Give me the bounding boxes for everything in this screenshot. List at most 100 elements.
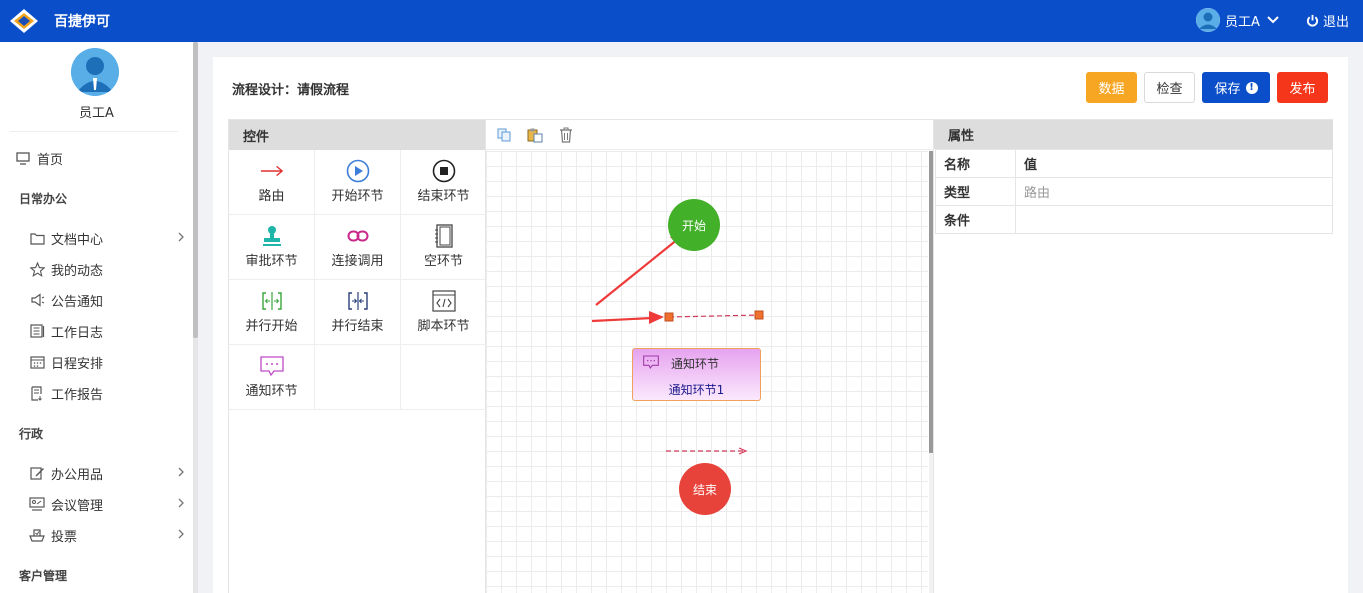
control-approval-node[interactable]: 审批环节 bbox=[229, 215, 315, 280]
user-avatar-icon bbox=[1196, 8, 1220, 32]
column-header-value: 值 bbox=[1015, 149, 1333, 178]
alert-icon: ! bbox=[1245, 81, 1258, 94]
top-bar: 百捷伊可 员工A 退出 bbox=[0, 0, 1363, 42]
sidebar-scrollbar-thumb[interactable] bbox=[193, 42, 198, 338]
chevron-right-icon bbox=[178, 498, 184, 508]
sidebar-item-label: 公告通知 bbox=[51, 294, 104, 310]
canvas-toolbar bbox=[486, 119, 933, 150]
sidebar-item-label: 工作报告 bbox=[51, 387, 104, 403]
meeting-icon bbox=[29, 496, 45, 512]
route-arrow-icon bbox=[260, 159, 284, 183]
nav-group-title: 日常办公 bbox=[19, 192, 68, 206]
trash-icon[interactable] bbox=[558, 127, 574, 143]
controls-panel: 控件 路由 开始环节 结束环节 审批环节 连接调用 空环节 并行开始 并行结束 … bbox=[228, 119, 487, 593]
parallel-start-icon bbox=[260, 289, 284, 313]
sidebar-item-documents[interactable]: 文档中心 bbox=[0, 225, 193, 251]
sidebar-item-label: 我的动态 bbox=[51, 263, 104, 279]
play-icon bbox=[346, 159, 370, 183]
sidebar-item-label: 文档中心 bbox=[51, 232, 104, 248]
control-parallel-start[interactable]: 并行开始 bbox=[229, 280, 315, 345]
control-notify-node[interactable]: 通知环节 bbox=[229, 345, 315, 410]
design-canvas-area: 开始 通知环节 通知环节1 结束 bbox=[486, 119, 933, 593]
property-key: 条件 bbox=[935, 205, 1016, 234]
notify-node[interactable]: 通知环节 通知环节1 bbox=[632, 348, 761, 401]
page-title: 流程设计：请假流程 bbox=[232, 83, 350, 98]
sidebar-item-work-log[interactable]: 工作日志 bbox=[0, 318, 193, 344]
control-end-node[interactable]: 结束环节 bbox=[401, 150, 487, 215]
control-label: 空环节 bbox=[423, 254, 463, 269]
sidebar-item-activity[interactable]: 我的动态 bbox=[0, 256, 193, 282]
sidebar-item-vote[interactable]: 投票 bbox=[0, 522, 193, 548]
sidebar-item-label: 会议管理 bbox=[51, 498, 104, 514]
sidebar-item-home[interactable]: 首页 bbox=[0, 145, 193, 171]
logout-label: 退出 bbox=[1323, 15, 1350, 30]
code-icon bbox=[431, 289, 456, 313]
message-icon bbox=[643, 355, 659, 369]
publish-button[interactable]: 发布 bbox=[1277, 72, 1328, 103]
sidebar-item-schedule[interactable]: 日程安排 bbox=[0, 349, 193, 375]
control-label: 通知环节 bbox=[245, 384, 298, 399]
control-label: 开始环节 bbox=[331, 189, 384, 204]
logout-button[interactable]: 退出 bbox=[1306, 11, 1349, 30]
control-start-node[interactable]: 开始环节 bbox=[315, 150, 401, 215]
annotation-arrow-1 bbox=[595, 238, 679, 306]
control-label: 路由 bbox=[258, 189, 285, 204]
main-panel: 流程设计：请假流程 数据 检查 保存 ! 发布 控件 路由 开始环节 结束环节 … bbox=[213, 57, 1348, 593]
report-icon bbox=[29, 385, 45, 401]
route-handle-start bbox=[664, 312, 674, 322]
properties-panel: 属性 名称 值 类型 路由 条件 bbox=[933, 119, 1333, 593]
sidebar: 员工A 首页 日常办公 文档中心 我的动态 公告通知 工作日志 日程安排 工作报… bbox=[0, 42, 193, 593]
control-parallel-end[interactable]: 并行结束 bbox=[315, 280, 401, 345]
message-icon bbox=[259, 354, 284, 378]
divider bbox=[10, 131, 178, 132]
control-label: 结束环节 bbox=[417, 189, 470, 204]
sidebar-item-work-report[interactable]: 工作报告 bbox=[0, 380, 193, 406]
annotation-arrow-2-head bbox=[649, 311, 664, 324]
notebook-icon bbox=[432, 224, 456, 248]
app-logo-icon bbox=[10, 9, 38, 33]
chevron-down-icon bbox=[1267, 16, 1279, 24]
sidebar-item-announcements[interactable]: 公告通知 bbox=[0, 287, 193, 313]
paste-icon[interactable] bbox=[527, 127, 543, 143]
stop-icon bbox=[432, 159, 456, 183]
end-node[interactable]: 结束 bbox=[679, 463, 731, 515]
flow-canvas[interactable]: 开始 通知环节 通知环节1 结束 bbox=[486, 151, 928, 593]
vote-icon bbox=[29, 527, 45, 543]
control-empty-node[interactable]: 空环节 bbox=[401, 215, 487, 280]
property-value[interactable]: 路由 bbox=[1015, 177, 1333, 206]
control-empty-cell bbox=[401, 345, 487, 410]
properties-table: 名称 值 类型 路由 条件 bbox=[935, 149, 1333, 234]
edit-icon bbox=[29, 465, 45, 481]
control-label: 审批环节 bbox=[245, 254, 298, 269]
sidebar-item-meetings[interactable]: 会议管理 bbox=[0, 491, 193, 517]
speaker-icon bbox=[29, 292, 45, 308]
table-row: 条件 bbox=[935, 205, 1333, 234]
control-label: 脚本环节 bbox=[417, 319, 470, 334]
property-value[interactable] bbox=[1015, 205, 1333, 234]
nav-group-title: 客户管理 bbox=[19, 569, 68, 583]
link-icon bbox=[346, 224, 370, 248]
start-node[interactable]: 开始 bbox=[668, 199, 720, 251]
route-connector-line bbox=[668, 314, 760, 318]
top-user-name: 员工A bbox=[1225, 14, 1260, 30]
data-button[interactable]: 数据 bbox=[1086, 72, 1137, 103]
check-button[interactable]: 检查 bbox=[1144, 72, 1195, 103]
nav-group-title: 行政 bbox=[19, 427, 44, 441]
chevron-right-icon bbox=[178, 467, 184, 477]
notify-node-name: 通知环节1 bbox=[668, 383, 725, 397]
control-link-call[interactable]: 连接调用 bbox=[315, 215, 401, 280]
table-row: 名称 值 bbox=[935, 149, 1333, 178]
control-label: 连接调用 bbox=[331, 254, 384, 269]
control-route[interactable]: 路由 bbox=[229, 150, 315, 215]
table-row: 类型 路由 bbox=[935, 177, 1333, 206]
copy-icon[interactable] bbox=[496, 127, 512, 143]
chevron-right-icon bbox=[178, 232, 184, 242]
calendar-icon bbox=[29, 354, 45, 370]
sidebar-item-label: 办公用品 bbox=[51, 467, 104, 483]
star-icon bbox=[29, 261, 45, 277]
user-menu[interactable]: 员工A bbox=[1196, 7, 1279, 33]
sidebar-item-label: 工作日志 bbox=[51, 325, 104, 341]
save-button[interactable]: 保存 ! bbox=[1202, 72, 1270, 103]
sidebar-item-office-supplies[interactable]: 办公用品 bbox=[0, 460, 193, 486]
control-script-node[interactable]: 脚本环节 bbox=[401, 280, 487, 345]
